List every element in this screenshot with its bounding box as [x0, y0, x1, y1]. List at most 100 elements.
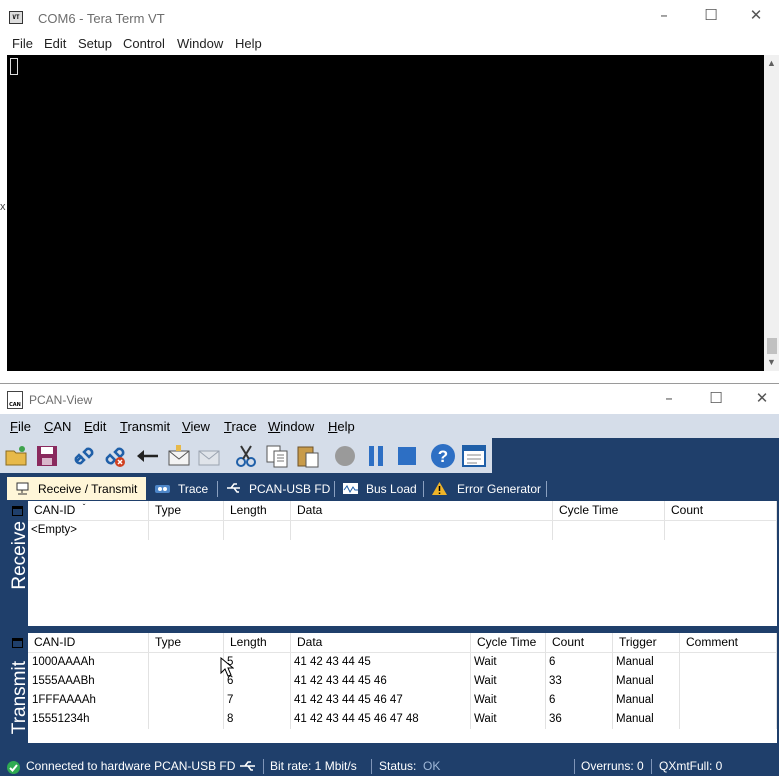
terminal-screen[interactable]: [7, 55, 764, 371]
transmit-label: Transmit: [9, 661, 30, 735]
menu-edit[interactable]: Edit: [44, 36, 66, 51]
status-bar: Connected to hardware PCAN-USB FD Bit ra…: [0, 757, 779, 776]
pause-icon[interactable]: [363, 443, 389, 469]
col-type[interactable]: Type: [149, 501, 224, 520]
receive-panel: Receive CAN-ID ˇ Type Length Data Cycle …: [6, 501, 777, 626]
table-row[interactable]: 1FFFAAAAh 7 41 42 43 44 45 46 47 Wait 6 …: [28, 691, 777, 710]
open-folder-icon[interactable]: [4, 443, 30, 469]
cell-can-id: 1FFFAAAAh: [28, 691, 149, 710]
cell-count: 33: [546, 672, 613, 691]
receive-transmit-icon: [16, 482, 29, 495]
pcan-menu-transmit[interactable]: Transmit: [120, 419, 170, 434]
connect-icon[interactable]: [71, 443, 97, 469]
menu-control[interactable]: Control: [123, 36, 165, 51]
paste-icon[interactable]: [295, 443, 321, 469]
col-count[interactable]: Count: [546, 633, 613, 652]
menu-file[interactable]: File: [12, 36, 33, 51]
cell-can-id: 1000AAAAh: [28, 653, 149, 672]
pcan-menu-edit[interactable]: Edit: [84, 419, 106, 434]
new-message-disabled-icon: [196, 443, 222, 469]
cell-cycle-time: Wait: [471, 691, 546, 710]
pcan-titlebar[interactable]: CAN PCAN-View – ☐ ✕: [0, 385, 779, 414]
save-icon[interactable]: [34, 443, 60, 469]
cell-cycle-time: Wait: [471, 710, 546, 729]
receive-grid-icon[interactable]: [12, 506, 23, 516]
status-overruns: Overruns: 0: [581, 759, 644, 773]
col-length[interactable]: Length ˆ: [224, 633, 291, 652]
menu-setup[interactable]: Setup: [78, 36, 112, 51]
col-cycle-time[interactable]: Cycle Time: [471, 633, 546, 652]
stop-icon[interactable]: [394, 443, 420, 469]
usb-icon: [227, 483, 240, 493]
col-can-id[interactable]: CAN-ID: [28, 633, 149, 652]
teraterm-window: VT COM6 - Tera Term VT – ☐ ✕ File Edit S…: [0, 0, 779, 384]
cell-length: 8: [224, 710, 291, 729]
col-trigger[interactable]: Trigger: [613, 633, 680, 652]
terminal-scrollbar[interactable]: ▲ ▼: [764, 55, 779, 371]
table-row[interactable]: 1000AAAAh 5 41 42 43 44 45 Wait 6 Manual: [28, 653, 777, 672]
record-icon[interactable]: [332, 443, 358, 469]
scroll-down-icon[interactable]: ▼: [767, 357, 776, 367]
col-comment[interactable]: Comment: [680, 633, 777, 652]
col-count[interactable]: Count: [665, 501, 777, 520]
cell-cycle-time: Wait: [471, 672, 546, 691]
transmit-header: CAN-ID Type Length ˆ Data Cycle Time Coun…: [28, 633, 777, 653]
mouse-cursor-icon: [220, 657, 234, 677]
pcan-menu-trace[interactable]: Trace: [224, 419, 257, 434]
reset-icon[interactable]: [134, 443, 160, 469]
close-button[interactable]: ✕: [733, 0, 779, 32]
new-message-icon[interactable]: [166, 443, 192, 469]
menu-help[interactable]: Help: [235, 36, 262, 51]
tab-bus-load[interactable]: Bus Load: [335, 477, 423, 500]
status-connected: Connected to hardware PCAN-USB FD: [26, 759, 236, 773]
cell-comment: [680, 653, 777, 672]
pcan-minimize-button[interactable]: –: [646, 385, 692, 414]
teraterm-titlebar[interactable]: VT COM6 - Tera Term VT – ☐ ✕: [0, 0, 779, 32]
pcan-menu-can[interactable]: CAN: [44, 419, 71, 434]
cell-can-id: 1555AAABh: [28, 672, 149, 691]
maximize-button[interactable]: ☐: [688, 0, 734, 32]
col-cycle-time[interactable]: Cycle Time: [553, 501, 665, 520]
pcan-close-button[interactable]: ✕: [739, 385, 779, 414]
cell-length: 5: [224, 653, 291, 672]
col-data[interactable]: Data: [291, 633, 471, 652]
scroll-up-icon[interactable]: ▲: [767, 58, 776, 68]
help-icon[interactable]: ?: [430, 443, 456, 469]
cell-length: 7: [224, 691, 291, 710]
table-row[interactable]: 1555AAABh 6 41 42 43 44 45 46 Wait 33 Ma…: [28, 672, 777, 691]
disconnect-icon[interactable]: [102, 443, 128, 469]
pcan-menu-file[interactable]: File: [10, 419, 31, 434]
cell-trigger: Manual: [613, 653, 680, 672]
window-icon[interactable]: [461, 443, 487, 469]
col-can-id[interactable]: CAN-ID ˇ: [28, 501, 149, 520]
col-type[interactable]: Type: [149, 633, 224, 652]
scroll-thumb[interactable]: [767, 338, 777, 354]
menu-window[interactable]: Window: [177, 36, 223, 51]
tab-error-generator[interactable]: Error Generator: [424, 477, 546, 500]
pcan-menu-window[interactable]: Window: [268, 419, 314, 434]
pcan-menu-help[interactable]: Help: [328, 419, 355, 434]
cell-comment: [680, 672, 777, 691]
transmit-grid-icon[interactable]: [12, 638, 23, 648]
tab-pcan-usb-fd[interactable]: PCAN-USB FD: [218, 477, 335, 500]
status-bitrate: Bit rate: 1 Mbit/s: [270, 759, 357, 773]
tab-receive-transmit[interactable]: Receive / Transmit: [7, 477, 146, 500]
cut-icon[interactable]: [233, 443, 259, 469]
connected-check-icon: [7, 761, 20, 774]
cell-type: [149, 672, 224, 691]
pcan-window: CAN PCAN-View – ☐ ✕ File CAN Edit Transm…: [0, 385, 779, 776]
pcan-toolbar: ?: [0, 438, 492, 473]
pcan-menu-view[interactable]: View: [182, 419, 210, 434]
minimize-button[interactable]: –: [641, 0, 687, 32]
tab-trace[interactable]: Trace: [147, 477, 217, 500]
col-length[interactable]: Length: [224, 501, 291, 520]
status-value: OK: [423, 759, 441, 773]
cell-comment: [680, 691, 777, 710]
table-row[interactable]: 15551234h 8 41 42 43 44 45 46 47 48 Wait…: [28, 710, 777, 729]
copy-icon[interactable]: [264, 443, 290, 469]
table-row[interactable]: <Empty>: [28, 521, 777, 540]
col-data[interactable]: Data: [291, 501, 553, 520]
cell-count: 36: [546, 710, 613, 729]
pcan-maximize-button[interactable]: ☐: [693, 385, 739, 414]
cell-data: 41 42 43 44 45 46: [291, 672, 471, 691]
